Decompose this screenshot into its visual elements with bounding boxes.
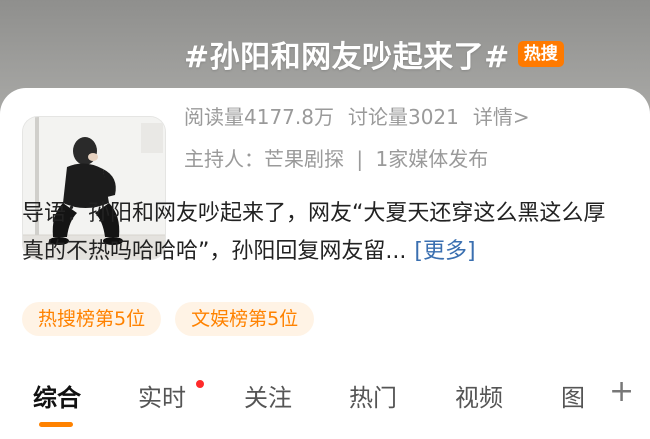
active-tab-underline xyxy=(39,422,73,427)
add-tab-icon[interactable]: + xyxy=(609,374,634,409)
topic-title-row: #孙阳和网友吵起来了# 热搜 xyxy=(184,32,564,76)
details-link[interactable]: 详情> xyxy=(473,101,530,130)
host-separator: | xyxy=(356,147,364,171)
host-line: 主持人：芒果剧探 | 1家媒体发布 xyxy=(184,143,488,172)
tab-images[interactable]: 图 xyxy=(561,378,585,413)
tag-hot-rank[interactable]: 热搜榜第5位 xyxy=(22,302,162,336)
topic-title: #孙阳和网友吵起来了# xyxy=(184,40,510,75)
tab-video[interactable]: 视频 xyxy=(455,378,503,413)
discussion-count: 讨论量3021 xyxy=(347,105,459,129)
tab-follow[interactable]: 关注 xyxy=(244,378,292,413)
read-count: 阅读量4177.8万 xyxy=(184,105,334,129)
topic-intro: 导语：孙阳和网友吵起来了，网友“大夏天还穿这么黑这么厚真的不热吗哈哈哈”，孙阳回… xyxy=(22,195,626,271)
rank-tags: 热搜榜第5位 文娱榜第5位 xyxy=(22,302,315,336)
more-link[interactable]: [更多] xyxy=(414,239,475,264)
tag-entertainment-rank[interactable]: 文娱榜第5位 xyxy=(175,302,315,336)
tab-realtime[interactable]: 实时 xyxy=(138,378,186,413)
topic-card: #孙阳和网友吵起来了# 热搜 阅读量4177.8万 讨论量3021 详情> 主持… xyxy=(0,40,650,439)
tab-bar: 综合 实时 关注 热门 视频 图 + xyxy=(0,374,650,428)
tab-hot[interactable]: 热门 xyxy=(349,378,397,413)
topic-stats: 阅读量4177.8万 讨论量3021 详情> xyxy=(184,101,530,130)
tab-comprehensive[interactable]: 综合 xyxy=(33,378,81,413)
intro-text: 导语：孙阳和网友吵起来了，网友“大夏天还穿这么黑这么厚真的不热吗哈哈哈”，孙阳回… xyxy=(22,201,606,264)
media-count[interactable]: 1家媒体发布 xyxy=(375,147,488,171)
hot-badge: 热搜 xyxy=(517,41,564,67)
realtime-red-dot xyxy=(196,380,204,388)
host-label[interactable]: 主持人：芒果剧探 xyxy=(184,147,344,171)
